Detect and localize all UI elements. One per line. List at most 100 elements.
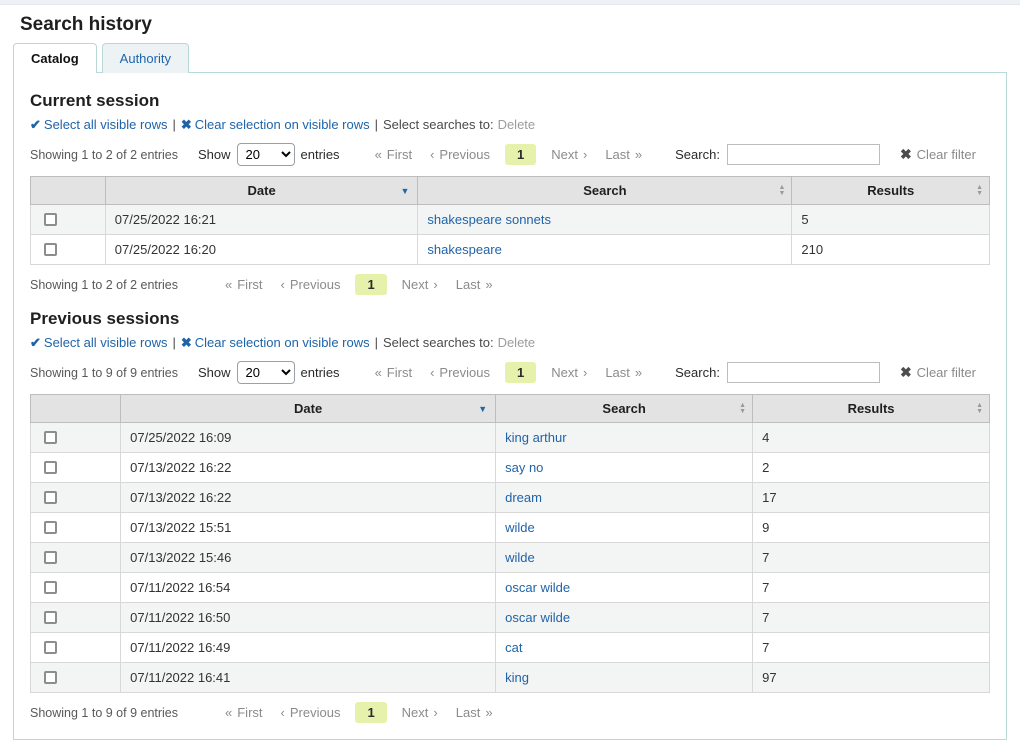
table-row: 07/13/2022 16:22 dream 17 [31,483,990,513]
chevron-left-icon: ‹ [281,705,285,720]
first-page-button[interactable]: «First [216,702,272,723]
show-label: Show [198,147,231,162]
search-term-link[interactable]: wilde [505,550,535,565]
results-cell: 7 [753,603,990,633]
date-cell: 07/25/2022 16:21 [105,205,418,235]
previous-page-button[interactable]: ‹Previous [272,274,350,295]
selection-links-row: ✔Select all visible rows|✖Clear selectio… [30,335,990,351]
previous-page-button[interactable]: ‹Previous [421,362,499,383]
search-term-link[interactable]: king arthur [505,430,566,445]
section-heading: Previous sessions [30,309,990,329]
tab-catalog[interactable]: Catalog [13,43,97,73]
checkbox-cell [31,453,121,483]
delete-link[interactable]: Delete [498,117,536,132]
sort-icon: ▲▼ [739,403,746,415]
first-page-button[interactable]: «First [366,362,422,383]
table-search-input[interactable] [727,144,880,165]
search-term-link[interactable]: oscar wilde [505,610,570,625]
tab-authority[interactable]: Authority [102,43,189,73]
results-column-header[interactable]: Results▲▼ [792,177,990,205]
row-checkbox[interactable] [44,213,57,226]
select-column-header [31,395,121,423]
row-checkbox[interactable] [44,431,57,444]
table-header-row: Date▼ Search▲▼ Results▲▼ [31,395,990,423]
row-checkbox[interactable] [44,243,57,256]
tab-panel: Current session ✔Select all visible rows… [13,72,1007,740]
select-searches-label: Select searches to: [383,335,494,350]
double-right-icon: » [635,365,642,380]
page-size-select[interactable]: 20 [237,361,295,384]
page-1-button[interactable]: 1 [505,362,536,383]
date-cell: 07/25/2022 16:20 [105,235,418,265]
next-page-button[interactable]: Next› [393,702,447,723]
table-search-input[interactable] [727,362,880,383]
check-icon: ✔ [30,117,41,132]
search-column-header[interactable]: Search▲▼ [418,177,792,205]
last-page-button[interactable]: Last» [447,274,502,295]
page-1-button[interactable]: 1 [355,702,386,723]
results-cell: 97 [753,663,990,693]
last-page-button[interactable]: Last» [596,362,651,383]
row-checkbox[interactable] [44,461,57,474]
date-cell: 07/11/2022 16:41 [121,663,496,693]
sort-icon: ▲▼ [976,403,983,415]
clear-selection-link[interactable]: Clear selection on visible rows [195,117,370,132]
next-page-button[interactable]: Next› [393,274,447,295]
page-1-button[interactable]: 1 [505,144,536,165]
row-checkbox[interactable] [44,521,57,534]
search-term-link[interactable]: shakespeare [427,242,501,257]
first-page-button[interactable]: «First [366,144,422,165]
row-checkbox[interactable] [44,671,57,684]
clear-selection-link[interactable]: Clear selection on visible rows [195,335,370,350]
table-controls-row: Showing 1 to 9 of 9 entries Show 20 entr… [30,361,990,384]
date-column-header[interactable]: Date▼ [121,395,496,423]
showing-info: Showing 1 to 2 of 2 entries [30,278,190,292]
row-checkbox[interactable] [44,611,57,624]
row-checkbox[interactable] [44,581,57,594]
selection-links-row: ✔Select all visible rows|✖Clear selectio… [30,117,990,133]
date-column-header[interactable]: Date▼ [105,177,418,205]
search-cell: oscar wilde [496,573,753,603]
page-1-button[interactable]: 1 [355,274,386,295]
last-page-button[interactable]: Last» [596,144,651,165]
clear-filter-button[interactable]: ✖Clear filter [900,146,976,163]
next-page-button[interactable]: Next› [542,362,596,383]
sort-icon: ▲▼ [976,185,983,197]
double-right-icon: » [485,277,492,292]
results-column-header[interactable]: Results▲▼ [753,395,990,423]
previous-page-button[interactable]: ‹Previous [272,702,350,723]
delete-link[interactable]: Delete [498,335,536,350]
search-term-link[interactable]: wilde [505,520,535,535]
table-header-row: Date▼ Search▲▼ Results▲▼ [31,177,990,205]
select-all-link[interactable]: Select all visible rows [44,117,168,132]
table-row: 07/25/2022 16:09 king arthur 4 [31,423,990,453]
previous-page-button[interactable]: ‹Previous [421,144,499,165]
showing-info: Showing 1 to 2 of 2 entries [30,148,190,162]
search-term-link[interactable]: dream [505,490,542,505]
row-checkbox[interactable] [44,551,57,564]
last-page-button[interactable]: Last» [447,702,502,723]
first-page-button[interactable]: «First [216,274,272,295]
search-term-link[interactable]: shakespeare sonnets [427,212,551,227]
showing-info: Showing 1 to 9 of 9 entries [30,366,190,380]
search-column-header[interactable]: Search▲▼ [496,395,753,423]
chevron-left-icon: ‹ [430,147,434,162]
search-term-link[interactable]: oscar wilde [505,580,570,595]
select-all-link[interactable]: Select all visible rows [44,335,168,350]
next-page-button[interactable]: Next› [542,144,596,165]
row-checkbox[interactable] [44,491,57,504]
table-search-group: Search: [675,144,880,165]
page-size-group: Show 20 entries [198,361,340,384]
table-footer-row: Showing 1 to 2 of 2 entries «First ‹Prev… [30,274,990,295]
search-term-link[interactable]: say no [505,460,543,475]
search-term-link[interactable]: cat [505,640,522,655]
search-cell: king arthur [496,423,753,453]
chevron-right-icon: › [583,365,587,380]
double-left-icon: « [375,147,382,162]
clear-filter-button[interactable]: ✖Clear filter [900,364,976,381]
search-term-link[interactable]: king [505,670,529,685]
page-size-select[interactable]: 20 [237,143,295,166]
row-checkbox[interactable] [44,641,57,654]
top-bar [0,0,1020,5]
table-footer-row: Showing 1 to 9 of 9 entries «First ‹Prev… [30,702,990,723]
